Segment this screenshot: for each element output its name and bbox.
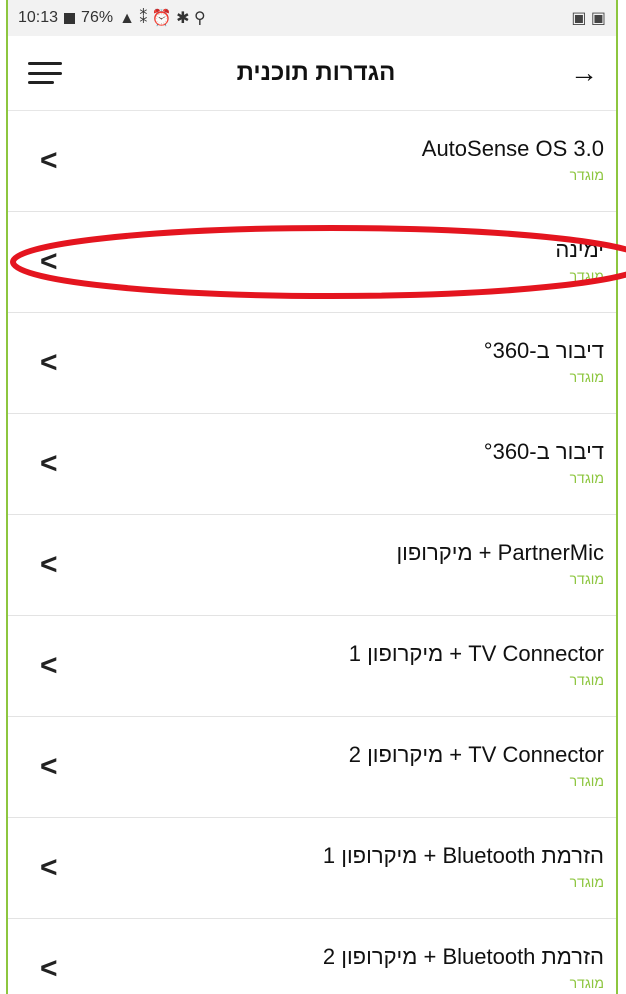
chevron-left-icon: < [40, 649, 58, 682]
app-frame: 10:13 76% ▲ ⁑ ⏰ ✱ ⚲ ▣ ▣ הגדרות תוכנית → … [6, 0, 618, 994]
chevron-left-icon: < [40, 548, 58, 581]
chevron-left-icon: < [40, 245, 58, 278]
item-texts: ימינה מוגדר [555, 236, 604, 284]
item-texts: PartnerMic + מיקרופון מוגדר [396, 539, 604, 587]
item-texts: TV Connector + מיקרופון 1 מוגדר [349, 640, 604, 688]
item-texts: AutoSense OS 3.0 מוגדר [422, 135, 604, 183]
program-name: PartnerMic + מיקרופון [396, 540, 604, 565]
status-left: 10:13 76% ▲ ⁑ ⏰ ✱ ⚲ [18, 8, 206, 28]
program-status: מוגדר [569, 470, 604, 486]
chevron-left-icon: < [40, 144, 58, 177]
program-name: הזרמת Bluetooth + מיקרופון 1 [322, 843, 604, 868]
page-title: הגדרות תוכנית [236, 59, 396, 86]
item-texts: TV Connector + מיקרופון 2 מוגדר [349, 741, 604, 789]
program-item-0[interactable]: < AutoSense OS 3.0 מוגדר [8, 111, 616, 212]
item-texts: הזרמת Bluetooth + מיקרופון 1 מוגדר [323, 842, 604, 890]
program-status: מוגדר [569, 369, 604, 385]
app-bar: הגדרות תוכנית → [8, 36, 616, 111]
program-item-5[interactable]: < TV Connector + מיקרופון 1 מוגדר [8, 616, 616, 717]
back-arrow-icon[interactable]: → [570, 59, 598, 87]
program-name: AutoSense OS 3.0 [421, 136, 604, 161]
program-status: מוגדר [569, 571, 604, 587]
status-icons: ▲ ⁑ ⏰ ✱ ⚲ [119, 10, 206, 27]
program-status: מוגדר [569, 268, 604, 284]
program-item-3[interactable]: < דיבור ב-°360 מוגדר [8, 414, 616, 515]
program-name: TV Connector + מיקרופון 2 [348, 742, 604, 767]
program-name: TV Connector + מיקרופון 1 [348, 641, 604, 666]
program-list: < AutoSense OS 3.0 מוגדר < ימינה מוגדר <… [8, 111, 616, 994]
program-name: הזרמת Bluetooth + מיקרופון 2 [322, 944, 604, 969]
hamburger-icon[interactable] [28, 62, 62, 84]
program-name: ימינה [555, 237, 604, 262]
chevron-left-icon: < [40, 851, 58, 884]
program-item-7[interactable]: < הזרמת Bluetooth + מיקרופון 1 מוגדר [8, 818, 616, 919]
program-name: דיבור ב-°360 [483, 338, 604, 363]
item-texts: דיבור ב-°360 מוגדר [484, 337, 604, 385]
chevron-left-icon: < [40, 447, 58, 480]
program-item-4[interactable]: < PartnerMic + מיקרופון מוגדר [8, 515, 616, 616]
battery-level: 76% [81, 9, 114, 26]
status-bar: 10:13 76% ▲ ⁑ ⏰ ✱ ⚲ ▣ ▣ [8, 0, 616, 36]
chevron-left-icon: < [40, 952, 58, 985]
program-name: דיבור ב-°360 [483, 439, 604, 464]
item-texts: דיבור ב-°360 מוגדר [484, 438, 604, 486]
chevron-left-icon: < [40, 750, 58, 783]
program-status: מוגדר [569, 773, 604, 789]
program-item-6[interactable]: < TV Connector + מיקרופון 2 מוגדר [8, 717, 616, 818]
program-item-1[interactable]: < ימינה מוגדר [8, 212, 616, 313]
notification-icons: ▣ ▣ [571, 10, 606, 27]
program-item-2[interactable]: < דיבור ב-°360 מוגדר [8, 313, 616, 414]
item-texts: הזרמת Bluetooth + מיקרופון 2 מוגדר [323, 943, 604, 991]
program-status: מוגדר [569, 874, 604, 890]
program-status: מוגדר [569, 975, 604, 991]
program-status: מוגדר [569, 167, 604, 183]
program-status: מוגדר [569, 672, 604, 688]
battery-icon [64, 12, 76, 24]
program-item-8[interactable]: < הזרמת Bluetooth + מיקרופון 2 מוגדר [8, 919, 616, 994]
clock: 10:13 [18, 9, 59, 26]
chevron-left-icon: < [40, 346, 58, 379]
status-right: ▣ ▣ [571, 8, 606, 28]
